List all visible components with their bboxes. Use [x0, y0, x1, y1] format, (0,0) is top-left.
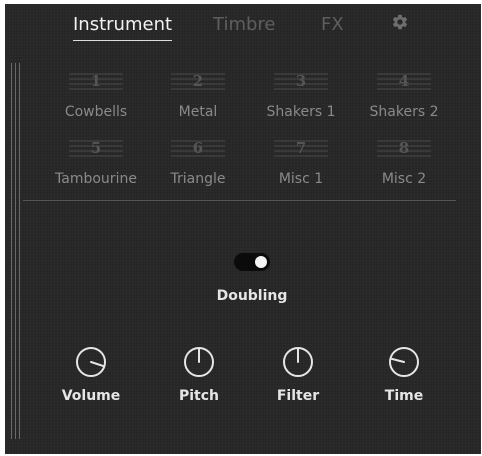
slot-number-badge: 6 [171, 137, 225, 159]
slot-number-badge: 7 [274, 137, 328, 159]
slot-number: 7 [295, 139, 307, 157]
rail-line [19, 63, 20, 439]
slot-number-badge: 5 [69, 137, 123, 159]
side-rails [11, 63, 23, 439]
slot-1[interactable]: 1 Cowbells [51, 70, 141, 122]
slot-number-badge: 2 [171, 70, 225, 92]
instrument-panel: Instrument Timbre FX 1 Cowbells 2 Metal … [5, 4, 481, 454]
slot-number: 1 [90, 72, 102, 90]
time-knob[interactable]: Time [359, 346, 449, 414]
doubling-toggle[interactable] [234, 253, 270, 271]
knob-label: Pitch [178, 388, 220, 404]
rail-line [15, 63, 16, 439]
knob-label: Volume [61, 388, 121, 404]
slot-number-badge: 4 [377, 70, 431, 92]
slot-number-badge: 3 [274, 70, 328, 92]
knob-dial-icon [76, 347, 106, 377]
slot-6[interactable]: 6 Triangle [153, 137, 243, 189]
doubling-label: Doubling [216, 288, 288, 304]
knob-label: Filter [276, 388, 320, 404]
section-divider [23, 200, 456, 201]
knob-dial-icon [184, 347, 214, 377]
rail-line [11, 63, 12, 439]
filter-knob[interactable]: Filter [253, 346, 343, 414]
slot-5[interactable]: 5 Tambourine [51, 137, 141, 189]
gear-icon [392, 14, 408, 30]
volume-knob[interactable]: Volume [46, 346, 136, 414]
tab-instrument[interactable]: Instrument [73, 14, 173, 41]
slot-number: 6 [192, 139, 204, 157]
slot-number: 4 [398, 72, 410, 90]
knob-label: Time [384, 388, 424, 404]
slot-7[interactable]: 7 Misc 1 [256, 137, 346, 189]
slot-number-badge: 1 [69, 70, 123, 92]
slot-2[interactable]: 2 Metal [153, 70, 243, 122]
slot-number-badge: 8 [377, 137, 431, 159]
knob-dial-icon [389, 347, 419, 377]
tab-bar: Instrument Timbre FX [5, 14, 481, 44]
settings-tab[interactable] [391, 13, 409, 31]
slot-number: 8 [398, 139, 410, 157]
pitch-knob[interactable]: Pitch [154, 346, 244, 414]
slot-number: 5 [90, 139, 102, 157]
slot-number: 3 [295, 72, 307, 90]
slot-name: Shakers 2 [369, 104, 439, 120]
toggle-knob [255, 256, 267, 268]
slot-4[interactable]: 4 Shakers 2 [359, 70, 449, 122]
slot-name: Misc 2 [381, 171, 427, 187]
slot-number: 2 [192, 72, 204, 90]
tab-fx[interactable]: FX [321, 14, 344, 35]
tab-timbre[interactable]: Timbre [213, 14, 275, 35]
knob-dial-icon [283, 347, 313, 377]
slot-3[interactable]: 3 Shakers 1 [256, 70, 346, 122]
slot-8[interactable]: 8 Misc 2 [359, 137, 449, 189]
